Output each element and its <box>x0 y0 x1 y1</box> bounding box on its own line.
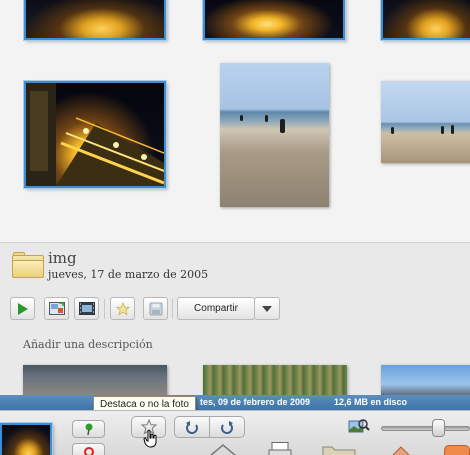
photo-thumbnail[interactable] <box>381 365 470 397</box>
color-tool-icon[interactable] <box>444 445 470 455</box>
folder-panel: img jueves, 17 de marzo de 2005 Comparti… <box>0 242 470 397</box>
rotate-right-icon <box>221 421 233 434</box>
photo-grid <box>0 0 470 242</box>
photo-thumbnail[interactable] <box>24 81 166 188</box>
person-figure <box>240 115 243 121</box>
share-button[interactable]: Compartir <box>177 297 255 320</box>
status-date: tes, 09 de febrero de 2009 <box>200 397 311 407</box>
hand-cursor-icon <box>143 429 157 448</box>
photo-thumbnail[interactable] <box>24 0 166 40</box>
pin-icon <box>85 423 92 435</box>
star-icon <box>115 301 130 315</box>
zoom-photo-icon <box>348 419 370 433</box>
photo-thumbnail[interactable] <box>220 63 329 207</box>
folder-date: jueves, 17 de marzo de 2005 <box>48 268 209 281</box>
photo-thumbnail[interactable] <box>203 0 345 40</box>
folder-name[interactable]: img <box>48 249 77 267</box>
folder-icon <box>12 252 44 278</box>
home-icon[interactable] <box>208 442 238 455</box>
photo-thumbnail[interactable] <box>381 0 470 40</box>
red-pin-button[interactable] <box>72 443 105 455</box>
bottom-toolbar <box>0 410 470 455</box>
night-avenue-image <box>26 83 164 186</box>
rotate-left-button[interactable] <box>174 416 210 438</box>
person-figure <box>265 115 268 122</box>
zoom-slider-thumb[interactable] <box>432 419 445 437</box>
rotate-right-button[interactable] <box>209 416 245 438</box>
person-figure <box>391 127 394 134</box>
status-bar: tes, 09 de febrero de 2009 12,6 MB en di… <box>0 395 470 410</box>
toolbar-divider <box>104 299 105 319</box>
play-icon <box>17 302 28 315</box>
pin-button[interactable] <box>72 420 105 438</box>
create-movie-button[interactable] <box>74 297 99 320</box>
toolbar-divider <box>172 299 173 319</box>
film-icon <box>78 302 95 315</box>
photo-thumbnail[interactable] <box>203 365 347 397</box>
collage-icon <box>48 302 65 315</box>
folder-export-icon[interactable] <box>322 444 356 455</box>
person-figure <box>441 126 444 134</box>
zoom-slider-track[interactable] <box>381 426 470 431</box>
add-description-field[interactable]: Añadir una descripción <box>23 338 153 351</box>
star-folder-button[interactable] <box>110 297 135 320</box>
save-button[interactable] <box>143 297 168 320</box>
photo-thumbnail[interactable] <box>381 81 470 163</box>
selected-photo-thumbnail[interactable] <box>0 423 52 455</box>
status-disk-size: 12,6 MB en disco <box>334 397 408 407</box>
person-figure <box>280 119 285 133</box>
upload-icon[interactable] <box>388 444 414 455</box>
remove-icon <box>83 447 94 455</box>
chevron-down-icon <box>262 305 272 312</box>
slideshow-button[interactable] <box>10 297 35 320</box>
floppy-disk-icon <box>149 302 162 315</box>
rotate-left-icon <box>186 421 198 434</box>
person-figure <box>451 125 454 134</box>
photo-thumbnail[interactable] <box>23 365 167 397</box>
printer-icon[interactable] <box>268 442 292 455</box>
create-collage-button[interactable] <box>44 297 69 320</box>
share-dropdown-button[interactable] <box>254 297 280 320</box>
